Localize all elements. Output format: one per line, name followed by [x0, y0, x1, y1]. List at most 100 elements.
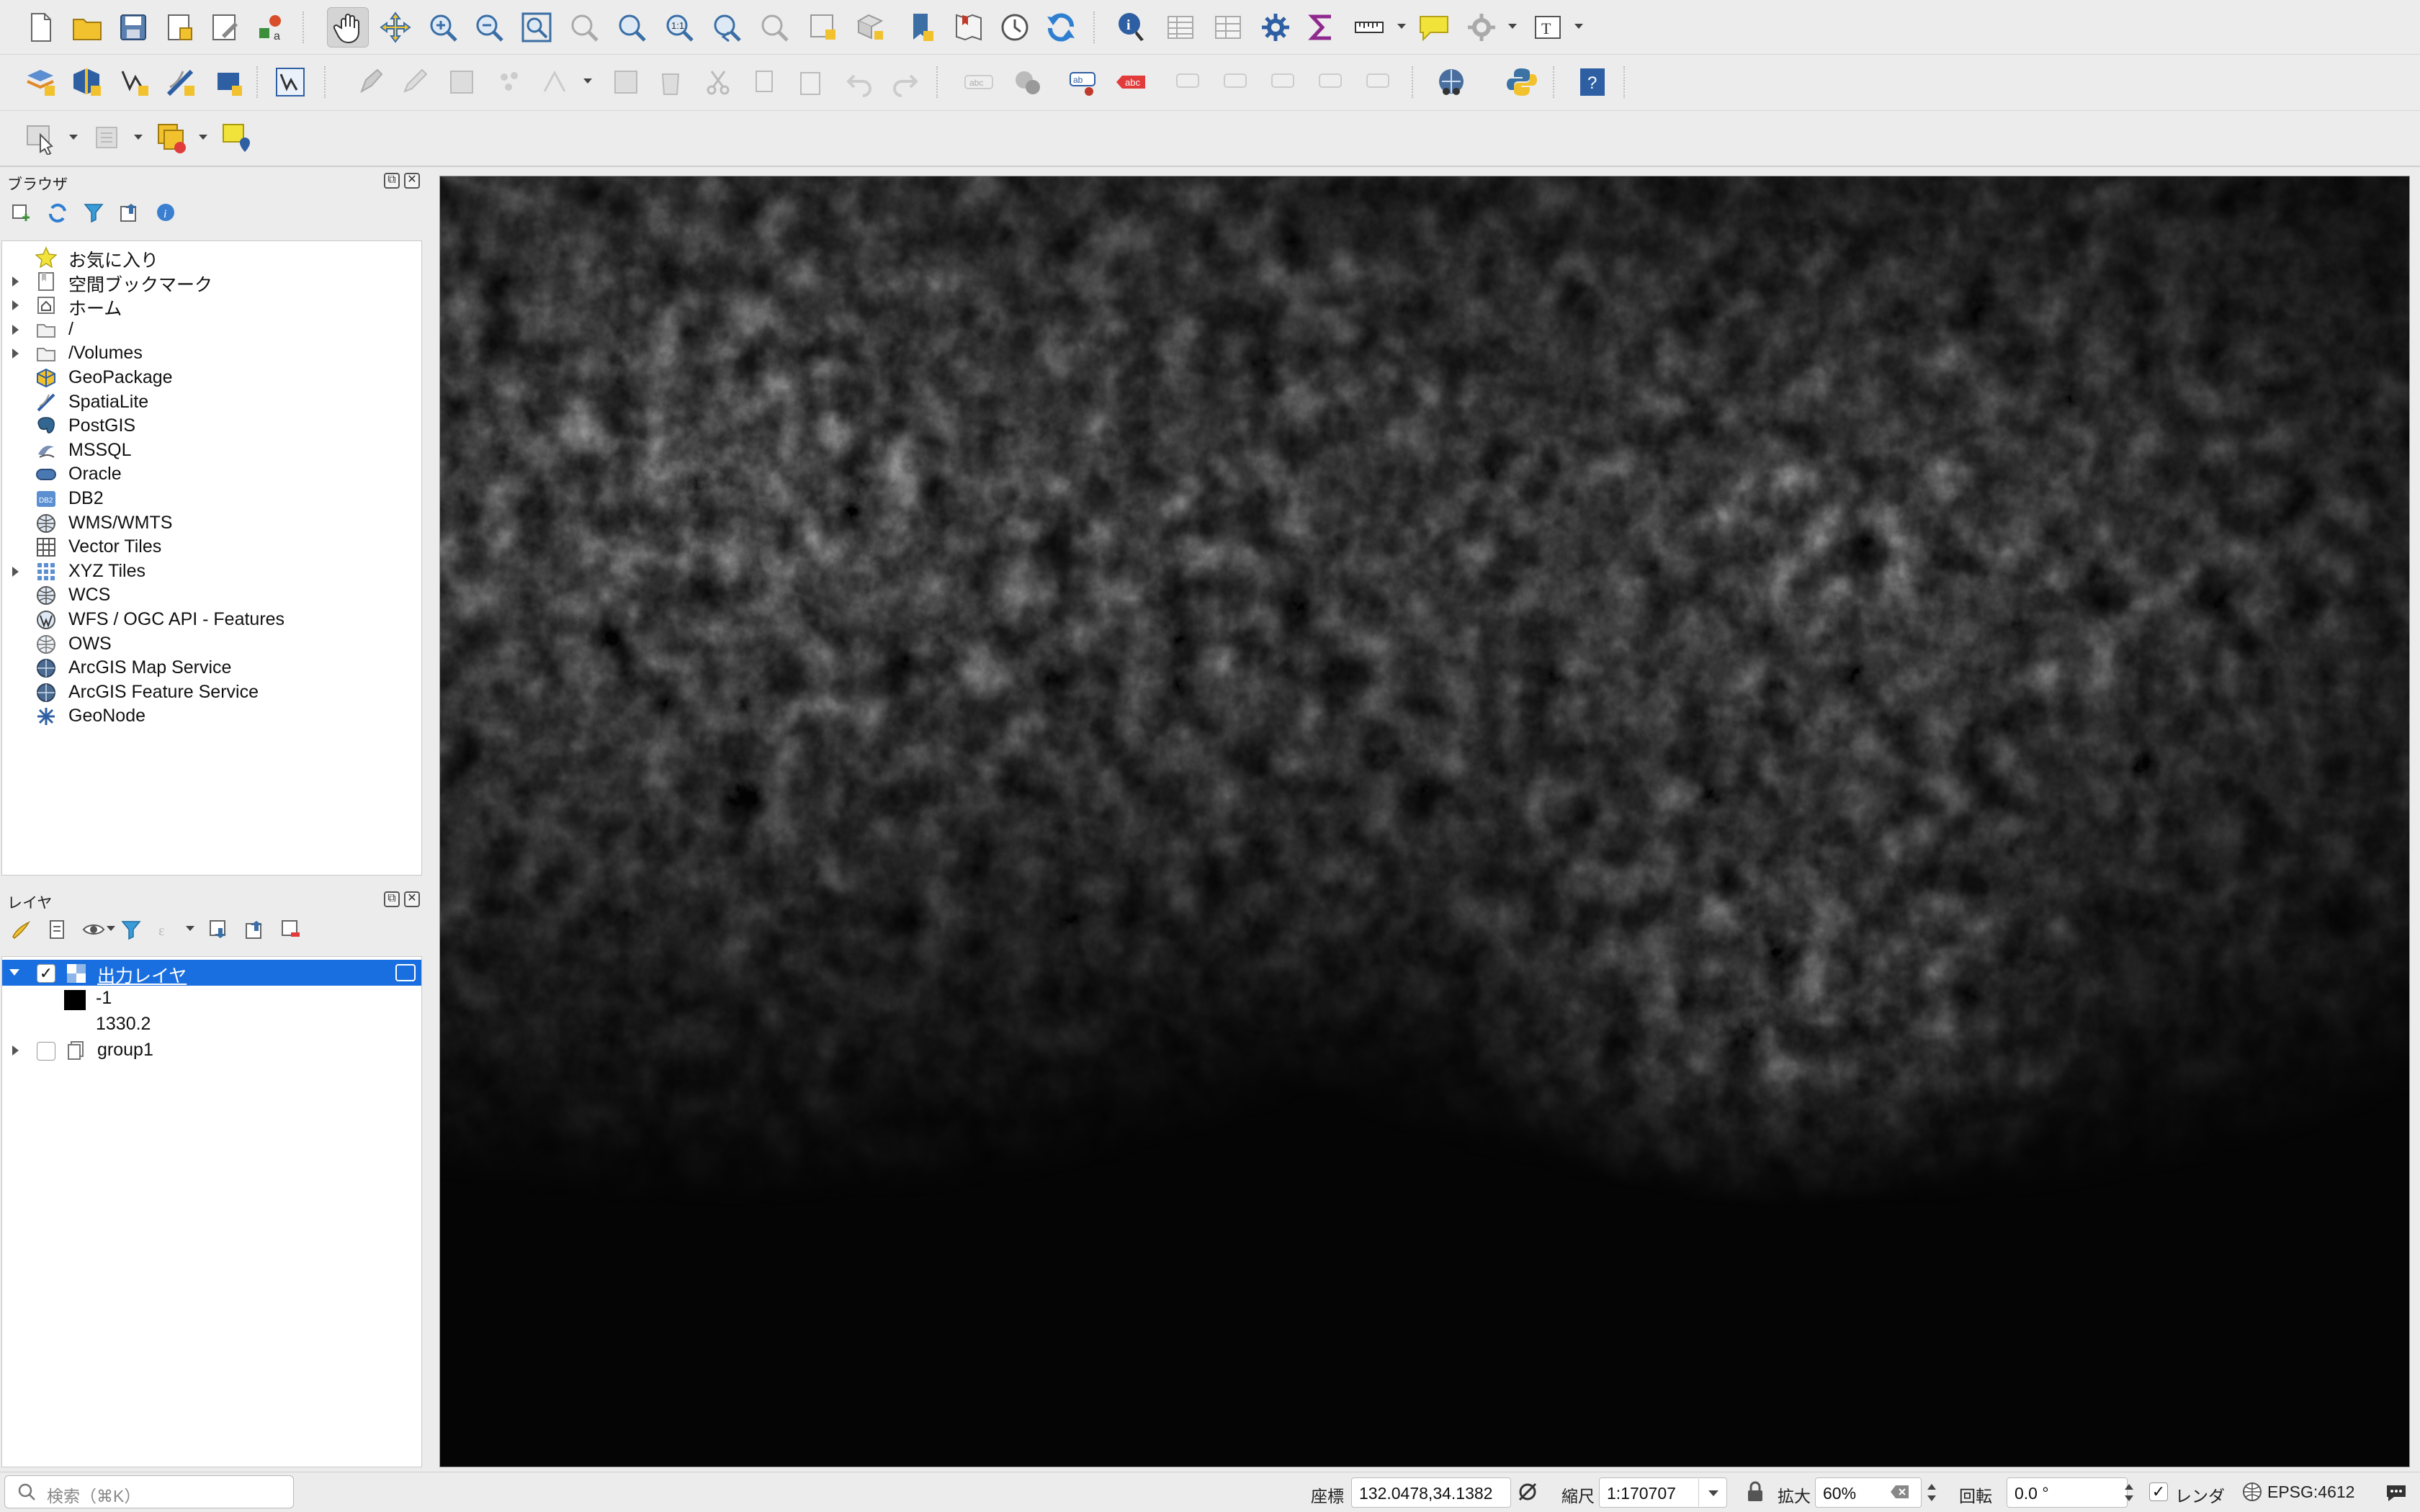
- pan-map-icon[interactable]: [327, 7, 369, 48]
- field-calculator-icon[interactable]: [1207, 7, 1249, 48]
- add-group-icon[interactable]: [45, 917, 71, 942]
- select-by-value-icon[interactable]: [86, 118, 128, 158]
- browser-item-postgis[interactable]: PostGIS: [2, 413, 421, 439]
- float-panel-icon[interactable]: ⧉: [384, 891, 400, 907]
- processing-toolbox-icon[interactable]: [1255, 7, 1296, 48]
- refresh-browser-icon[interactable]: [45, 199, 71, 225]
- expand-arrow-icon[interactable]: [12, 324, 19, 335]
- panel-splitter[interactable]: [425, 168, 436, 1469]
- label-toolbar-icon[interactable]: abc: [958, 62, 1000, 102]
- attribute-table-icon[interactable]: [1160, 7, 1201, 48]
- remove-layer-icon[interactable]: [278, 917, 304, 942]
- map-tips-icon[interactable]: [1413, 7, 1455, 48]
- zoom-to-selection-icon[interactable]: [563, 7, 605, 48]
- zoom-to-layer-icon[interactable]: [611, 7, 653, 48]
- select-features-icon[interactable]: [20, 118, 62, 158]
- browser-item-wms-wmts[interactable]: WMS/WMTS: [2, 510, 421, 536]
- browser-item-[interactable]: /: [2, 317, 421, 343]
- layer-row-output[interactable]: ✓ 出力レイヤ: [2, 960, 421, 986]
- browser-item-geonode[interactable]: GeoNode: [2, 703, 421, 729]
- browser-item-db2[interactable]: DB2 DB2: [2, 486, 421, 512]
- browser-item-spatialite[interactable]: SpatiaLite: [2, 390, 421, 415]
- zoom-out-icon[interactable]: [468, 7, 510, 48]
- quickmapservices-icon[interactable]: [1430, 62, 1472, 102]
- browser-item-vector-tiles[interactable]: Vector Tiles: [2, 534, 421, 560]
- collapse-all-layers-icon[interactable]: [242, 917, 268, 942]
- measure-icon[interactable]: [1348, 7, 1390, 48]
- style-manager-icon[interactable]: a: [251, 7, 292, 48]
- browser-item-arcgis-map-service[interactable]: ArcGIS Map Service: [2, 655, 421, 681]
- clear-field-icon[interactable]: [1890, 1484, 1910, 1500]
- expand-arrow-icon[interactable]: [12, 348, 19, 359]
- crs-globe-icon[interactable]: [2240, 1480, 2262, 1504]
- show-hide-labels-icon[interactable]: [1214, 62, 1256, 102]
- style-layer-icon[interactable]: [9, 917, 35, 942]
- new-print-layout-icon[interactable]: [158, 7, 200, 48]
- new-shapefile-layer-icon[interactable]: [114, 62, 156, 102]
- current-edits-icon[interactable]: [350, 62, 392, 102]
- layout-manager-icon[interactable]: [205, 7, 246, 48]
- new-geopackage-layer-icon[interactable]: [66, 62, 108, 102]
- pan-to-selection-icon[interactable]: [375, 7, 416, 48]
- vertex-tool-icon[interactable]: [534, 62, 576, 102]
- show-bookmarks-icon[interactable]: [948, 7, 990, 48]
- change-label-icon[interactable]: [1357, 62, 1399, 102]
- close-panel-icon[interactable]: ✕: [404, 891, 420, 907]
- browser-item-oracle[interactable]: Oracle: [2, 462, 421, 487]
- layer-group-row[interactable]: group1: [2, 1038, 421, 1063]
- toggle-editing-icon[interactable]: [393, 62, 435, 102]
- browser-item-xyz-tiles[interactable]: XYZ Tiles: [2, 559, 421, 585]
- float-panel-icon[interactable]: ⧉: [384, 173, 400, 189]
- new-spatial-bookmark-icon[interactable]: [900, 7, 942, 48]
- lock-scale-icon[interactable]: [1743, 1480, 1767, 1504]
- add-layer-icon[interactable]: [9, 199, 35, 225]
- browser-item-mssql[interactable]: MSSQL: [2, 438, 421, 464]
- save-layer-edits-icon[interactable]: [441, 62, 483, 102]
- text-annotation-icon[interactable]: T: [1527, 7, 1569, 48]
- layer-label-rule-icon[interactable]: abc: [1111, 62, 1152, 102]
- messages-icon[interactable]: [2384, 1480, 2408, 1504]
- coordinate-field[interactable]: 132.0478,34.1382: [1351, 1477, 1511, 1508]
- browser-item-ows[interactable]: OWS: [2, 631, 421, 657]
- modify-attributes-icon[interactable]: [605, 62, 647, 102]
- rotation-field[interactable]: 0.0 °: [2007, 1477, 2128, 1508]
- data-source-manager-icon[interactable]: [20, 62, 62, 102]
- new-3d-map-view-icon[interactable]: [850, 7, 892, 48]
- browser-item-[interactable]: お気に入り: [2, 244, 421, 271]
- manage-map-themes-icon[interactable]: [81, 917, 107, 942]
- zoom-last-icon[interactable]: [706, 7, 748, 48]
- help-icon[interactable]: ?: [1572, 62, 1613, 102]
- collapse-arrow-icon[interactable]: [9, 969, 19, 976]
- refresh-icon[interactable]: [1040, 7, 1082, 48]
- settings-icon[interactable]: [1461, 7, 1502, 48]
- render-checkbox[interactable]: ✓: [2149, 1482, 2168, 1501]
- browser-item-[interactable]: ホーム: [2, 292, 421, 319]
- browser-item-volumes[interactable]: /Volumes: [2, 341, 421, 366]
- browser-item-wfs-ogc-api-features[interactable]: WFS / OGC API - Features: [2, 607, 421, 633]
- crs-label[interactable]: EPSG:4612: [2267, 1482, 2354, 1502]
- filter-by-expression-icon[interactable]: ε: [154, 917, 180, 942]
- layer-embedded-widget-icon[interactable]: [395, 964, 416, 981]
- zoom-full-icon[interactable]: [516, 7, 557, 48]
- layer-labeling-options-icon[interactable]: ab: [1063, 62, 1105, 102]
- filter-legend-icon[interactable]: [118, 917, 144, 942]
- properties-icon[interactable]: i: [153, 199, 179, 225]
- temporal-controller-icon[interactable]: [994, 7, 1036, 48]
- expand-all-icon[interactable]: [206, 917, 232, 942]
- locator-search-input[interactable]: 検索（⌘K）: [4, 1475, 294, 1508]
- python-console-icon[interactable]: [1501, 62, 1543, 102]
- paste-features-icon[interactable]: [789, 62, 831, 102]
- delete-selected-icon[interactable]: [650, 62, 691, 102]
- copy-features-icon[interactable]: [743, 62, 785, 102]
- zoom-next-icon[interactable]: [753, 7, 795, 48]
- new-project-icon[interactable]: [20, 7, 62, 48]
- toggle-extents-icon[interactable]: [1515, 1480, 1540, 1504]
- new-virtual-vector-icon[interactable]: [269, 62, 311, 102]
- expand-arrow-icon[interactable]: [12, 276, 19, 287]
- new-map-view-icon[interactable]: [802, 7, 844, 48]
- group-visibility-checkbox[interactable]: [37, 1042, 55, 1061]
- layer-visibility-checkbox[interactable]: ✓: [37, 964, 55, 983]
- undo-icon[interactable]: [838, 62, 880, 102]
- new-virtual-layer-icon[interactable]: [207, 62, 249, 102]
- identify-features-icon[interactable]: i: [1111, 7, 1152, 48]
